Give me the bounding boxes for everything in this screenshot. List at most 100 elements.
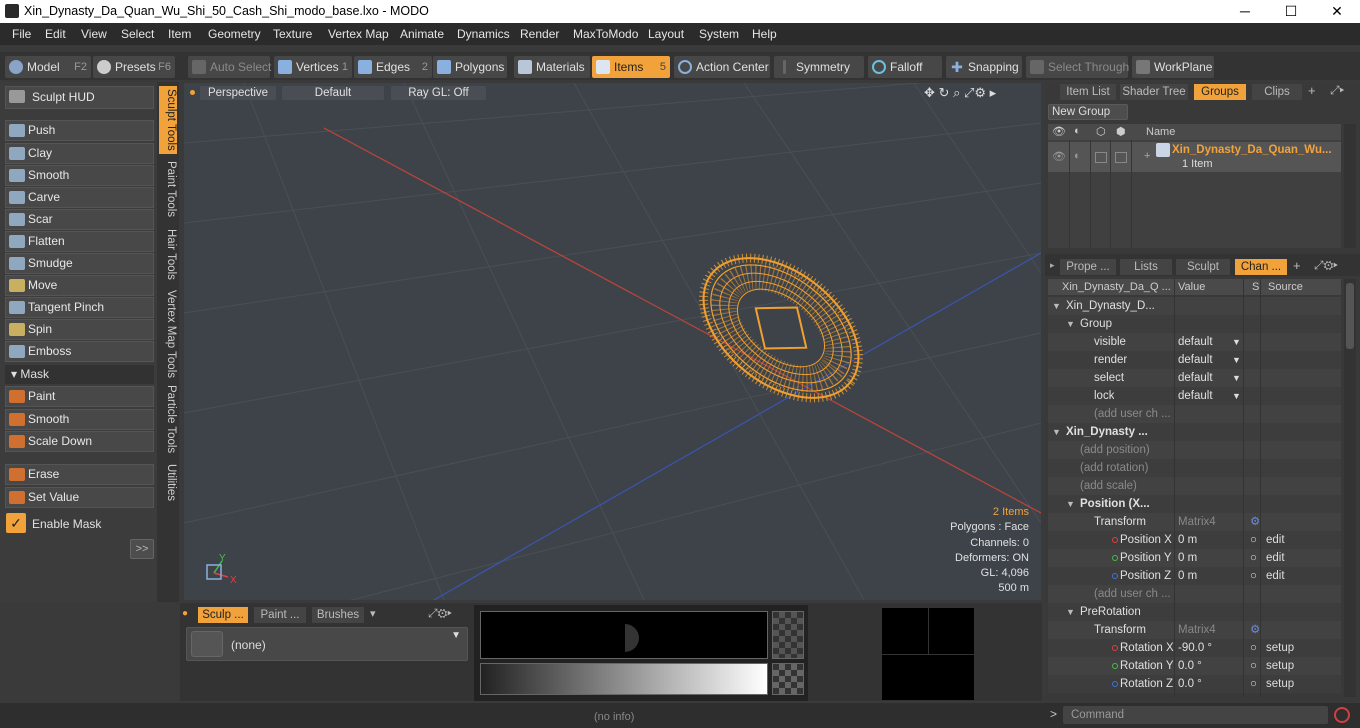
menu-vertex-map[interactable]: Vertex Map bbox=[328, 27, 389, 41]
channel-value[interactable]: 0.0 ° bbox=[1178, 657, 1202, 675]
group-row[interactable]: 👁 ◐ + Xin_Dynasty_Da_Quan_Wu... 1 Item bbox=[1048, 142, 1341, 172]
items-button[interactable]: Items 5 bbox=[592, 56, 670, 78]
mask-scale-down-tool[interactable]: Scale Down bbox=[5, 431, 154, 452]
channel-row[interactable]: (add position) bbox=[1048, 441, 1341, 459]
channels-scrollbar-thumb[interactable] bbox=[1346, 283, 1354, 349]
value-dropdown-icon[interactable]: ▼ bbox=[1232, 387, 1241, 405]
tab-brushes[interactable]: Brushes bbox=[312, 607, 364, 623]
viewport-nav-icons[interactable]: ✥ ↻ ⌕ ⤢⚙ ▸ bbox=[924, 85, 996, 101]
symmetry-button[interactable]: Symmetry bbox=[774, 56, 864, 78]
view-style-button[interactable]: Default bbox=[282, 86, 384, 100]
menu-geometry[interactable]: Geometry bbox=[208, 27, 261, 41]
channel-state-icon[interactable]: ○ bbox=[1250, 639, 1257, 657]
channel-row[interactable]: Position X 0 m ○ edit bbox=[1048, 531, 1341, 549]
group-visible-icon[interactable]: 👁 bbox=[1052, 150, 1066, 163]
channel-row[interactable]: ▼ Xin_Dynasty ... bbox=[1048, 423, 1341, 441]
snapping-button[interactable]: ✚ Snapping bbox=[946, 56, 1022, 78]
tool-smudge[interactable]: Smudge bbox=[5, 253, 154, 274]
polygons-button[interactable]: Polygons bbox=[433, 56, 507, 78]
mask-smooth-tool[interactable]: Smooth bbox=[5, 409, 154, 430]
channel-value[interactable]: default bbox=[1178, 351, 1213, 369]
maximize-view-icon[interactable]: ⤢ bbox=[964, 85, 974, 100]
edges-button[interactable]: Edges 2 bbox=[354, 56, 432, 78]
rotate-icon[interactable]: ↻ bbox=[939, 85, 950, 100]
channel-row[interactable]: (add scale) bbox=[1048, 477, 1341, 495]
tool-carve[interactable]: Carve bbox=[5, 187, 154, 208]
action-center-button[interactable]: Action Center bbox=[674, 56, 770, 78]
menu-maxtomodo[interactable]: MaxToModo bbox=[573, 27, 638, 41]
tab-shader-tree[interactable]: Shader Tree bbox=[1120, 84, 1188, 100]
model-button[interactable]: Model F2 bbox=[5, 56, 91, 78]
tab-paint-tools[interactable]: Paint Tools bbox=[159, 158, 177, 220]
tool-move[interactable]: Move bbox=[5, 275, 154, 296]
mask-erase-tool[interactable]: Erase bbox=[5, 464, 154, 485]
tab-properties[interactable]: Prope ... bbox=[1060, 259, 1116, 275]
menu-layout[interactable]: Layout bbox=[648, 27, 684, 41]
tool-smooth[interactable]: Smooth bbox=[5, 165, 154, 186]
zoom-icon[interactable]: ⌕ bbox=[953, 85, 960, 100]
tabs-dropdown-icon[interactable]: ▾ bbox=[370, 607, 376, 620]
minimize-button[interactable]: ─ bbox=[1222, 0, 1268, 23]
channel-row[interactable]: ▼ Position (X... bbox=[1048, 495, 1341, 513]
tool-push[interactable]: Push bbox=[5, 120, 154, 141]
workplane-button[interactable]: WorkPlane bbox=[1132, 56, 1214, 78]
channel-value[interactable]: default bbox=[1178, 333, 1213, 351]
channel-row[interactable]: Rotation Z 0.0 ° ○ setup bbox=[1048, 675, 1341, 693]
group-render-icon[interactable]: ◐ bbox=[1074, 150, 1081, 162]
3d-viewport[interactable]: Y X 2 Items Polygons : Face Channels: 0 … bbox=[184, 83, 1041, 600]
viewport-menu-icon[interactable]: ▸ bbox=[990, 85, 997, 100]
tool-spin[interactable]: Spin bbox=[5, 319, 154, 340]
tab-hair-tools[interactable]: Hair Tools bbox=[159, 226, 177, 282]
menu-animate[interactable]: Animate bbox=[400, 27, 444, 41]
mask-paint-tool[interactable]: Paint bbox=[5, 386, 154, 407]
tab-groups[interactable]: Groups bbox=[1194, 84, 1246, 100]
tab-item-list[interactable]: Item List bbox=[1060, 84, 1116, 100]
channel-row[interactable]: (add rotation) bbox=[1048, 459, 1341, 477]
channel-value[interactable]: 0 m bbox=[1178, 531, 1197, 549]
menu-dynamics[interactable]: Dynamics bbox=[457, 27, 510, 41]
transform-gear-icon[interactable]: ⚙ bbox=[1250, 513, 1260, 531]
channel-state-icon[interactable]: ○ bbox=[1250, 531, 1257, 549]
channel-row[interactable]: select default ▼ bbox=[1048, 369, 1341, 387]
auto-select-button[interactable]: Auto Select bbox=[188, 56, 271, 78]
channel-row[interactable]: Position Z 0 m ○ edit bbox=[1048, 567, 1341, 585]
tab-sculpt-presets[interactable]: Sculp ... bbox=[198, 607, 248, 623]
channel-value[interactable]: Matrix4 bbox=[1178, 513, 1216, 531]
brush-selector[interactable]: (none) ▼ bbox=[186, 627, 468, 661]
transform-gear-icon[interactable]: ⚙ bbox=[1250, 621, 1260, 639]
view-perspective-button[interactable]: Perspective bbox=[200, 86, 276, 100]
materials-button[interactable]: Materials bbox=[514, 56, 590, 78]
channel-value[interactable]: 0 m bbox=[1178, 549, 1197, 567]
channel-row[interactable]: Position Y 0 m ○ edit bbox=[1048, 549, 1341, 567]
add-tab-icon[interactable]: + bbox=[1308, 83, 1316, 98]
channel-value[interactable]: 0 m bbox=[1178, 567, 1197, 585]
channel-row[interactable]: lock default ▼ bbox=[1048, 387, 1341, 405]
viewport-settings-icon[interactable]: ⚙ bbox=[974, 85, 986, 100]
menu-help[interactable]: Help bbox=[752, 27, 777, 41]
channel-state-icon[interactable]: ○ bbox=[1250, 675, 1257, 693]
channel-row[interactable]: Transform Matrix4 ⚙ bbox=[1048, 621, 1341, 639]
tab-paint-presets[interactable]: Paint ... bbox=[254, 607, 306, 623]
value-dropdown-icon[interactable]: ▼ bbox=[1232, 333, 1241, 351]
expand-group-icon[interactable]: + bbox=[1144, 150, 1150, 162]
group-select-checkbox[interactable] bbox=[1115, 152, 1127, 163]
sculpt-hud-button[interactable]: Sculpt HUD bbox=[5, 86, 154, 109]
menu-select[interactable]: Select bbox=[121, 27, 154, 41]
raygl-button[interactable]: Ray GL: Off bbox=[391, 86, 486, 100]
mask-set-value-tool[interactable]: Set Value bbox=[5, 487, 154, 508]
tab-sculpt-tools[interactable]: Sculpt Tools bbox=[159, 86, 177, 154]
select-through-button[interactable]: Select Through bbox=[1026, 56, 1129, 78]
channel-row[interactable]: ▼ Group bbox=[1048, 315, 1341, 333]
channel-row[interactable]: (add user ch ... bbox=[1048, 585, 1341, 603]
command-input[interactable]: Command bbox=[1063, 706, 1328, 724]
panel-options-icon-2[interactable]: ⤢⚙▸ bbox=[1314, 258, 1338, 273]
new-group-button[interactable]: New Group bbox=[1048, 104, 1128, 120]
channels-scrollbar[interactable] bbox=[1344, 279, 1356, 697]
maximize-button[interactable]: ☐ bbox=[1268, 0, 1314, 23]
channel-value[interactable]: Matrix4 bbox=[1178, 621, 1216, 639]
tool-emboss[interactable]: Emboss bbox=[5, 341, 154, 362]
tab-clips[interactable]: Clips bbox=[1252, 84, 1302, 100]
menu-system[interactable]: System bbox=[699, 27, 739, 41]
channel-row[interactable]: (add user ch ... bbox=[1048, 405, 1341, 423]
menu-texture[interactable]: Texture bbox=[273, 27, 312, 41]
